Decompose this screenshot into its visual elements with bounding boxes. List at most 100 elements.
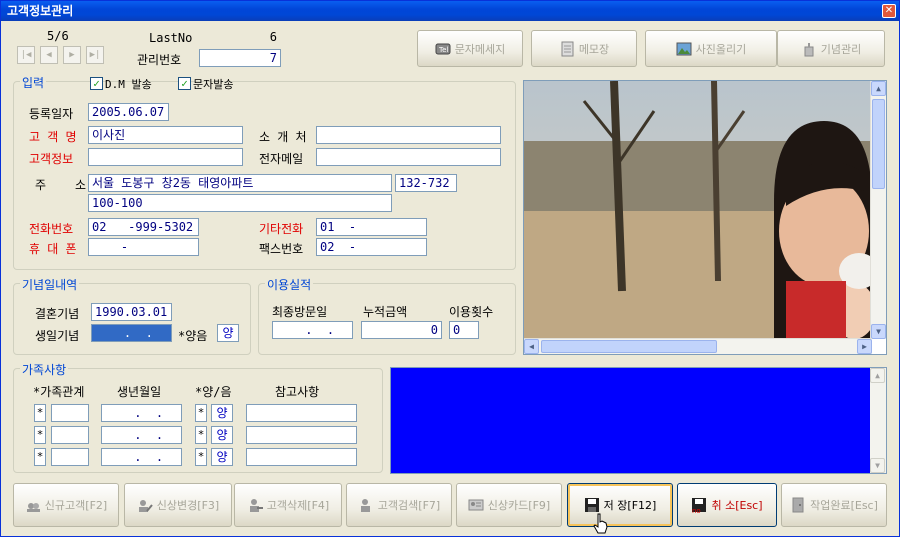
cake-icon — [801, 41, 817, 57]
upload-photo-button[interactable]: 사진올리기 — [645, 30, 777, 67]
photo-image — [524, 81, 879, 339]
id-card-icon — [468, 497, 484, 513]
next-record-icon[interactable]: ▶ — [63, 46, 81, 64]
address-field-1[interactable]: 서울 도봉구 창2동 태영아파트 — [88, 174, 392, 192]
new-customer-button[interactable]: 신규고객[F2] — [13, 483, 119, 527]
family-relation-field[interactable] — [51, 426, 89, 444]
family-header-birth: 생년월일 — [117, 385, 162, 399]
birthday-solar-field[interactable]: 양 — [217, 324, 239, 342]
mobile-field[interactable]: - — [88, 238, 199, 256]
vertical-scroll-thumb[interactable] — [872, 99, 885, 189]
sms-send-checkbox[interactable]: ✓ — [178, 77, 191, 90]
first-record-icon[interactable]: |◀ — [17, 46, 35, 64]
profile-card-button[interactable]: 신상카드[F9] — [456, 483, 562, 527]
page-indicator: 5/6 — [47, 29, 69, 43]
family-solar-field[interactable]: 양 — [211, 448, 233, 466]
save-button[interactable]: 저 장[F12] — [567, 483, 673, 527]
phone-label: 전화번호 — [29, 222, 74, 236]
birthday-label: 생일기념 — [35, 329, 80, 343]
other-phone-field[interactable]: 01 - — [316, 218, 427, 236]
name-field[interactable]: 이사진 — [88, 126, 243, 144]
search-user-icon — [358, 497, 374, 513]
close-button[interactable]: ✕ — [882, 4, 896, 18]
family-birth-field[interactable]: . . — [101, 448, 182, 466]
svg-text:Tel: Tel — [438, 46, 448, 54]
lastno-label: LastNo — [149, 31, 193, 45]
family-star: * — [195, 448, 207, 466]
mgmt-number-field[interactable]: 7 — [199, 49, 281, 67]
scroll-down-icon[interactable]: ▼ — [871, 324, 886, 339]
remove-user-icon — [247, 497, 263, 513]
family-relation-field[interactable] — [51, 404, 89, 422]
referrer-field[interactable] — [316, 126, 501, 144]
modify-info-label: 신상변경[F3] — [156, 499, 220, 512]
hand-cursor-icon — [593, 513, 608, 534]
dm-checkbox[interactable]: ✓ — [90, 77, 103, 90]
email-field[interactable] — [316, 148, 501, 166]
address-field-2[interactable]: 100-100 — [88, 194, 392, 212]
birthday-solar-label: *양음 — [178, 329, 208, 343]
scroll-right-icon[interactable]: ▶ — [857, 339, 872, 354]
cancel-button[interactable]: no 취 소[Esc] — [677, 483, 777, 527]
anniversary-manage-button[interactable]: 기념관리 — [777, 30, 885, 67]
reg-date-field[interactable]: 2005.06.07 — [88, 103, 169, 121]
horizontal-scroll-thumb[interactable] — [541, 340, 717, 353]
fax-label: 팩스번호 — [259, 242, 304, 256]
sms-message-label: 문자메세지 — [454, 42, 506, 56]
finish-work-label: 작업완료[Esc] — [810, 499, 878, 512]
reg-date-label: 등록일자 — [29, 107, 74, 121]
picture-icon — [676, 41, 692, 57]
family-star: * — [34, 404, 46, 422]
delete-customer-label: 고객삭제[F4] — [266, 499, 330, 512]
memo-scroll-up-icon[interactable]: ▲ — [870, 368, 885, 383]
family-solar-field[interactable]: 양 — [211, 426, 233, 444]
family-note-field[interactable] — [246, 448, 357, 466]
sms-message-button[interactable]: Tel 문자메세지 — [417, 30, 523, 67]
email-label: 전자메일 — [259, 152, 304, 166]
lastno-value: 6 — [199, 28, 281, 46]
memo-scroll-down-icon[interactable]: ▼ — [870, 458, 885, 473]
save-label: 저 장[F12] — [603, 499, 657, 512]
cancel-disk-icon: no — [691, 497, 707, 515]
scroll-left-icon[interactable]: ◀ — [524, 339, 539, 354]
total-amount-field[interactable]: 0 — [361, 321, 442, 339]
prev-record-icon[interactable]: ◀ — [40, 46, 58, 64]
memo-button[interactable]: 메모장 — [531, 30, 637, 67]
wedding-field[interactable]: 1990.03.01 — [91, 303, 172, 321]
floppy-disk-icon — [584, 497, 600, 513]
family-group-title: 가족사항 — [20, 361, 69, 378]
mgmt-number-label: 관리번호 — [137, 53, 182, 67]
memo-scrollbar[interactable]: ▲ ▼ — [870, 368, 886, 473]
photo-vertical-scrollbar[interactable]: ▲ ▼ — [870, 81, 886, 339]
delete-customer-button[interactable]: 고객삭제[F4] — [234, 483, 342, 527]
finish-work-button[interactable]: 작업완료[Esc] — [781, 483, 887, 527]
visit-count-field[interactable]: 0 — [449, 321, 479, 339]
scroll-up-icon[interactable]: ▲ — [871, 81, 886, 96]
modify-info-button[interactable]: 신상변경[F3] — [124, 483, 232, 527]
birthday-field[interactable]: . . — [91, 324, 172, 342]
family-relation-field[interactable] — [51, 448, 89, 466]
customer-info-label: 고객정보 — [29, 152, 74, 166]
family-solar-field[interactable]: 양 — [211, 404, 233, 422]
phone-field[interactable]: 02 -999-5302 — [88, 218, 199, 236]
total-amount-label: 누적금액 — [363, 305, 408, 319]
zip-code-field[interactable]: 132-732 — [395, 174, 457, 192]
window-title: 고객정보관리 — [7, 4, 74, 18]
family-birth-field[interactable]: . . — [101, 426, 182, 444]
memo-area[interactable]: ▲ ▼ — [390, 367, 887, 474]
other-phone-label: 기타전화 — [259, 222, 304, 236]
fax-field[interactable]: 02 - — [316, 238, 427, 256]
name-label: 고 객 명 — [29, 130, 77, 144]
family-star: * — [34, 426, 46, 444]
family-note-field[interactable] — [246, 426, 357, 444]
customer-info-field[interactable] — [88, 148, 243, 166]
family-star: * — [195, 426, 207, 444]
photo-horizontal-scrollbar[interactable]: ◀ ▶ — [524, 338, 872, 354]
last-record-icon[interactable]: ▶| — [86, 46, 104, 64]
family-note-field[interactable] — [246, 404, 357, 422]
last-visit-field[interactable]: . . — [272, 321, 353, 339]
family-birth-field[interactable]: . . — [101, 404, 182, 422]
cancel-label: 취 소[Esc] — [711, 499, 763, 512]
search-customer-button[interactable]: 고객검색[F7] — [346, 483, 452, 527]
title-bar: 고객정보관리 ✕ — [1, 1, 899, 21]
